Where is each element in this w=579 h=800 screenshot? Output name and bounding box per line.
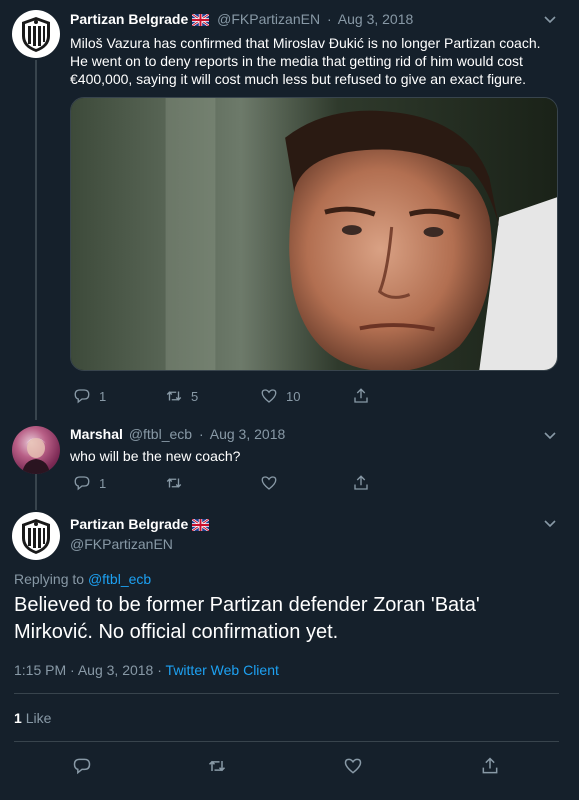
reply-button[interactable]: 1 [73, 387, 165, 405]
replying-handle-link[interactable]: @ftbl_ecb [88, 571, 151, 587]
separator: · [326, 11, 332, 27]
tweet-actions: 1 5 10 [73, 387, 378, 405]
share-icon [354, 475, 368, 490]
tweet-time[interactable]: 1:15 PM [14, 662, 66, 678]
tweet-actions: 1 [73, 474, 378, 492]
tweet-header: Partizan Belgrade @FKPartizanEN · Aug 3,… [70, 10, 413, 31]
like-button[interactable]: 10 [260, 387, 352, 405]
retweet-button[interactable]: 5 [165, 387, 260, 405]
divider [14, 693, 559, 694]
likes-summary[interactable]: 1 Like [14, 709, 51, 728]
uk-flag-icon [191, 12, 210, 31]
reply-count: 1 [99, 475, 107, 491]
coach-portrait-image [71, 98, 557, 370]
reply-icon[interactable] [72, 756, 92, 776]
tweet-text: who will be the new coach? [70, 448, 241, 464]
tweet-text: Miloš Vazura has confirmed that Miroslav… [70, 35, 541, 87]
uk-flag-icon [191, 517, 210, 536]
partizan-crest-icon [22, 519, 50, 554]
timestamp[interactable]: Aug 3, 2018 [338, 11, 414, 27]
share-icon [354, 388, 368, 403]
main-tweet-text: Believed to be former Partizan defender … [14, 594, 480, 643]
separator: · [157, 662, 162, 678]
heart-icon[interactable] [343, 756, 363, 776]
partizan-crest-icon [22, 17, 50, 52]
reply-icon [74, 389, 90, 404]
tweet-header: Marshal @ftbl_ecb · Aug 3, 2018 [70, 425, 285, 444]
tweet-photo[interactable] [70, 97, 558, 371]
avatar[interactable] [12, 10, 60, 58]
reply-count: 1 [99, 388, 107, 404]
chevron-down-icon[interactable] [542, 11, 558, 27]
display-name[interactable]: Partizan Belgrade [70, 516, 188, 532]
tweet-meta: 1:15 PM · Aug 3, 2018 · Twitter Web Clie… [14, 661, 279, 680]
handle[interactable]: @FKPartizanEN [70, 535, 173, 554]
display-name[interactable]: Marshal [70, 426, 123, 442]
avatar[interactable] [12, 512, 60, 560]
share-icon[interactable] [480, 756, 500, 776]
divider [14, 741, 559, 742]
avatar[interactable] [12, 426, 60, 474]
separator: · [198, 426, 204, 442]
retweet-button[interactable] [165, 474, 260, 492]
share-button[interactable] [352, 387, 378, 405]
client-link[interactable]: Twitter Web Client [166, 662, 279, 678]
chevron-down-icon[interactable] [542, 427, 558, 443]
like-count: 10 [286, 388, 301, 404]
reply-button[interactable]: 1 [73, 474, 165, 492]
separator: · [70, 662, 75, 678]
thread-line [35, 60, 37, 420]
timestamp[interactable]: Aug 3, 2018 [210, 426, 286, 442]
likes-label: Like [25, 710, 52, 726]
like-button[interactable] [260, 474, 352, 492]
thread-line [35, 474, 37, 510]
marshal-portrait-image [22, 438, 50, 474]
retweet-icon [166, 478, 182, 488]
heart-icon [261, 476, 277, 490]
retweet-icon[interactable] [207, 756, 227, 776]
tweet-author: Partizan Belgrade [70, 515, 210, 536]
likes-count: 1 [14, 710, 22, 726]
heart-icon [261, 389, 277, 403]
display-name[interactable]: Partizan Belgrade [70, 11, 188, 27]
share-button[interactable] [352, 474, 378, 492]
handle[interactable]: @ftbl_ecb [129, 426, 192, 442]
replying-prefix: Replying to [14, 571, 85, 587]
retweet-icon [166, 391, 182, 401]
replying-to: Replying to @ftbl_ecb [14, 570, 151, 589]
handle[interactable]: @FKPartizanEN [217, 11, 320, 27]
retweet-count: 5 [191, 388, 199, 404]
chevron-down-icon[interactable] [542, 515, 558, 531]
tweet-date[interactable]: Aug 3, 2018 [78, 662, 154, 678]
reply-icon [74, 476, 90, 491]
